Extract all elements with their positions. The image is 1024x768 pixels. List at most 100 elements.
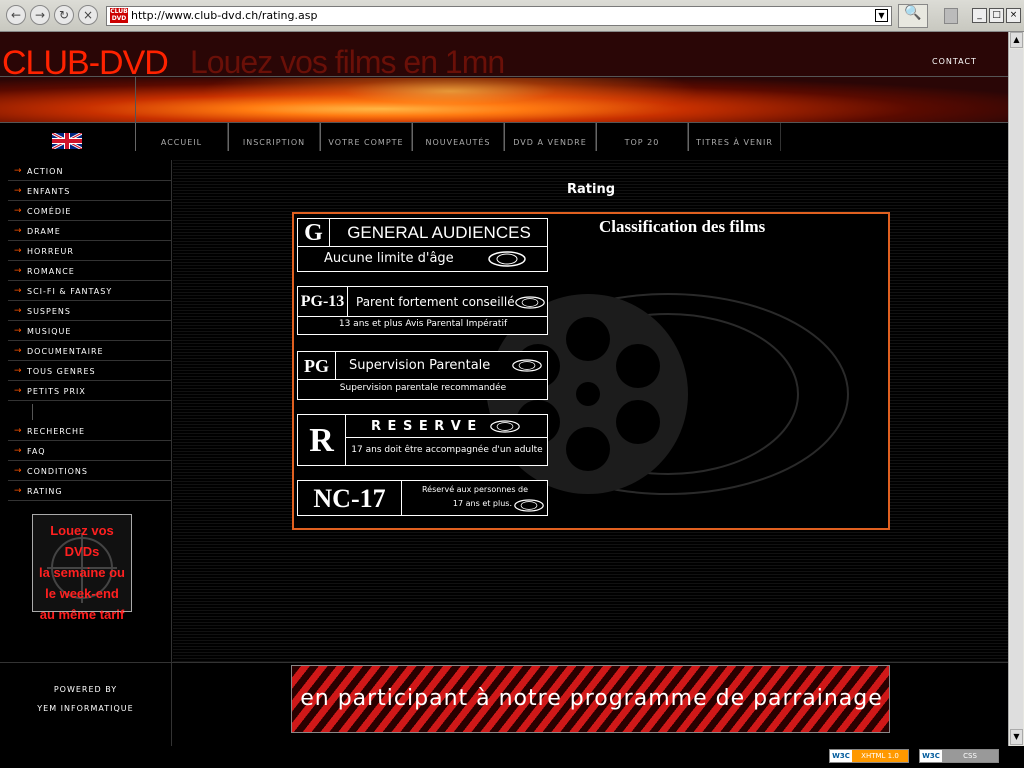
sidebar-item-label: HORREUR [27, 247, 74, 256]
sidebar-item-label: TOUS GENRES [27, 367, 96, 376]
rating-panel: Classification des films G GENERAL AUDIE… [292, 212, 890, 530]
xhtml-badge[interactable]: W3C XHTML 1.0 [829, 749, 909, 763]
mpaa-seal-icon [490, 420, 520, 433]
sidebar-item-drame[interactable]: → DRAME [8, 222, 172, 241]
arrow-icon: → [14, 426, 23, 436]
nav-inscription[interactable]: INSCRIPTION [228, 123, 320, 151]
nav-accueil[interactable]: ACCUEIL [135, 123, 228, 151]
uk-flag-icon[interactable] [52, 133, 82, 149]
rating-code: R [298, 415, 346, 466]
sidebar-item-scifi[interactable]: → SCI-FI & FANTASY [8, 282, 172, 301]
css-badge[interactable]: W3C CSS [919, 749, 999, 763]
sidebar-item-label: CONDITIONS [27, 467, 88, 476]
arrow-icon: → [14, 366, 23, 376]
sidebar-item-petits-prix[interactable]: → PETITS PRIX [8, 382, 172, 401]
page-footer: POWERED BY YEM INFORMATIQUE en participa… [0, 662, 1008, 746]
arrow-icon: → [14, 466, 23, 476]
scroll-thumb[interactable] [1010, 49, 1023, 729]
close-icon[interactable]: × [1006, 8, 1021, 23]
address-bar[interactable]: CLUB DVD http://www.club-dvd.ch/rating.a… [106, 6, 892, 26]
flame-highlight [200, 78, 700, 122]
rating-code: PG [298, 352, 336, 380]
rating-desc: 17 ans doit être accompagnée d'un adulte [351, 445, 543, 455]
w3c-logo: W3C [830, 750, 852, 762]
sidebar-item-label: FAQ [27, 447, 46, 456]
arrow-icon: → [14, 386, 23, 396]
header-band: CLUB-DVD Louez vos films en 1mn CONTACT [0, 32, 1008, 122]
web-page: CLUB-DVD Louez vos films en 1mn CONTACT … [0, 32, 1008, 746]
main-nav: ACCUEIL INSCRIPTION VOTRE COMPTE NOUVEAU… [0, 122, 1008, 156]
status-bar: W3C XHTML 1.0 W3C CSS [0, 746, 1024, 768]
rating-code: G [298, 219, 330, 247]
promo-banner[interactable]: Louez vos DVDs la semaine ou le week-end… [32, 514, 132, 622]
nav-top-20[interactable]: TOP 20 [596, 123, 688, 151]
sponsorship-banner[interactable]: en participant à notre programme de parr… [291, 665, 890, 733]
mpaa-seal-icon [515, 296, 545, 309]
arrow-icon: → [14, 326, 23, 336]
rating-name: GENERAL AUDIENCES [330, 219, 548, 247]
maximize-icon[interactable]: □ [989, 8, 1004, 23]
sidebar-item-label: DOCUMENTAIRE [27, 347, 104, 356]
sidebar-item-faq[interactable]: → FAQ [8, 442, 172, 461]
badge-label: XHTML 1.0 [852, 750, 908, 762]
sidebar-item-label: MUSIQUE [27, 327, 72, 336]
sidebar-item-horreur[interactable]: → HORREUR [8, 242, 172, 261]
arrow-icon: → [14, 226, 23, 236]
back-icon[interactable]: ← [6, 5, 26, 25]
sidebar-item-musique[interactable]: → MUSIQUE [8, 322, 172, 341]
sidebar-item-romance[interactable]: → ROMANCE [8, 262, 172, 281]
arrow-icon: → [14, 286, 23, 296]
w3c-logo: W3C [920, 750, 942, 762]
badge-label: CSS [942, 750, 998, 762]
sidebar-item-comedie[interactable]: → COMÉDIE [8, 202, 172, 221]
sidebar-item-conditions[interactable]: → CONDITIONS [8, 462, 172, 481]
sidebar-item-documentaire[interactable]: → DOCUMENTAIRE [8, 342, 172, 361]
sidebar-item-label: ROMANCE [27, 267, 75, 276]
sidebar-divider [32, 404, 33, 420]
nav-dvd-a-vendre[interactable]: DVD A VENDRE [504, 123, 596, 151]
sidebar-item-label: RECHERCHE [27, 427, 86, 436]
sidebar-item-label: SUSPENS [27, 307, 71, 316]
forward-icon[interactable]: → [30, 5, 50, 25]
sidebar-item-label: ENFANTS [27, 187, 71, 196]
contact-link[interactable]: CONTACT [932, 57, 977, 66]
mpaa-seal-icon [512, 359, 542, 372]
page-title: Rating [567, 182, 616, 197]
header-divider-vertical [135, 76, 136, 122]
sidebar-item-label: COMÉDIE [27, 207, 72, 216]
browser-toolbar: ← → ↻ × CLUB DVD http://www.club-dvd.ch/… [0, 0, 1024, 32]
minimize-icon[interactable]: _ [972, 8, 987, 23]
throbber-icon [944, 8, 958, 24]
sidebar-item-recherche[interactable]: → RECHERCHE [8, 422, 172, 441]
address-dropdown-icon[interactable]: ▼ [875, 9, 888, 22]
sidebar-item-suspens[interactable]: → SUSPENS [8, 302, 172, 321]
arrow-icon: → [14, 206, 23, 216]
search-icon[interactable]: 🔍 [898, 4, 928, 28]
sidebar-item-rating[interactable]: → RATING [8, 482, 172, 501]
vertical-scrollbar[interactable]: ▲ ▼ [1008, 32, 1024, 746]
main-content: Rating Classification des films G GENERA… [173, 160, 1008, 662]
nav-votre-compte[interactable]: VOTRE COMPTE [320, 123, 412, 151]
powered-line: YEM INFORMATIQUE [37, 704, 134, 713]
scroll-up-icon[interactable]: ▲ [1010, 32, 1023, 48]
sidebar-item-label: PETITS PRIX [27, 387, 86, 396]
sidebar-item-label: ACTION [27, 167, 64, 176]
sidebar: → ACTION → ENFANTS → COMÉDIE → DRAME → HORREU… [0, 160, 172, 662]
arrow-icon: → [14, 266, 23, 276]
nav-nouveautes[interactable]: NOUVEAUTÉS [412, 123, 504, 151]
powered-by[interactable]: POWERED BY YEM INFORMATIQUE [0, 663, 172, 746]
sidebar-item-tous-genres[interactable]: → TOUS GENRES [8, 362, 172, 381]
panel-title: Classification des films [599, 217, 766, 236]
site-logo[interactable]: CLUB-DVD [2, 44, 169, 83]
scroll-down-icon[interactable]: ▼ [1010, 729, 1023, 745]
sidebar-item-action[interactable]: → ACTION [8, 162, 172, 181]
rating-desc: Supervision parentale recommandée [339, 383, 507, 393]
reload-icon[interactable]: ↻ [54, 5, 74, 25]
site-favicon: CLUB DVD [110, 8, 128, 23]
sidebar-item-enfants[interactable]: → ENFANTS [8, 182, 172, 201]
arrow-icon: → [14, 306, 23, 316]
sidebar-item-label: SCI-FI & FANTASY [27, 287, 113, 296]
stop-icon[interactable]: × [78, 5, 98, 25]
nav-titres-a-venir[interactable]: TITRES À VENIR [688, 123, 781, 151]
rating-code: NC-17 [298, 481, 402, 516]
